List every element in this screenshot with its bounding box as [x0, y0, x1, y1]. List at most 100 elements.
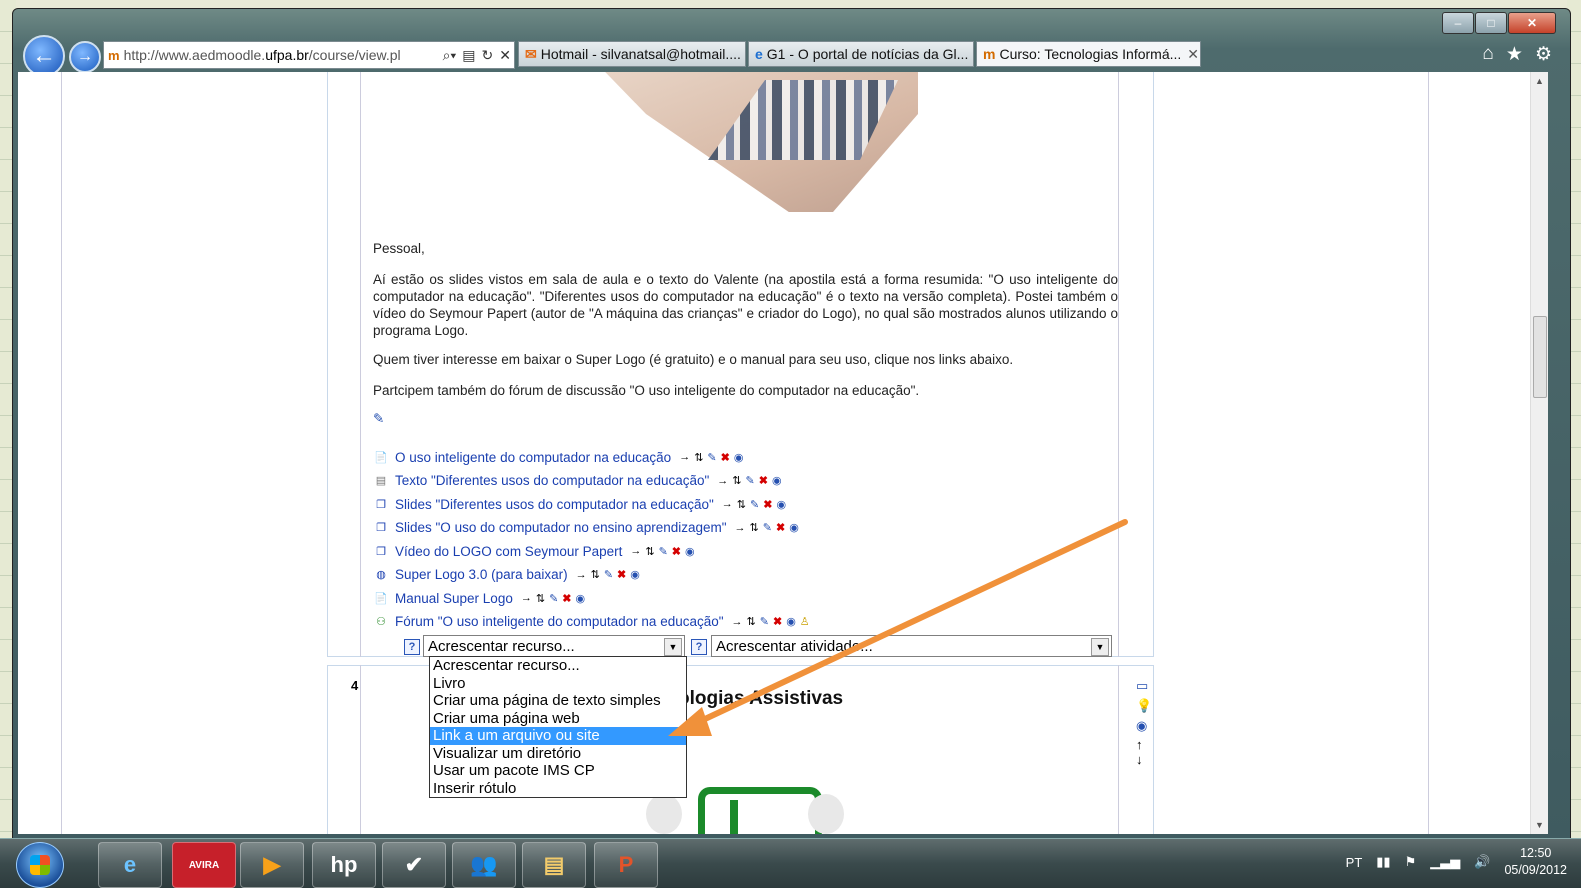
scroll-down-icon[interactable]: ▼ — [1535, 820, 1544, 830]
address-url[interactable]: http://www.aedmoodle.ufpa.br/course/view… — [124, 47, 440, 63]
delete-icon[interactable]: ✖ — [776, 521, 785, 534]
favorites-star-icon[interactable]: ★ — [1506, 43, 1523, 66]
delete-icon[interactable]: ✖ — [773, 615, 782, 628]
taskbar-avira-button[interactable]: AVIRA — [172, 842, 236, 888]
delete-icon[interactable]: ✖ — [759, 474, 768, 487]
home-icon[interactable]: ⌂ — [1482, 43, 1493, 66]
start-button[interactable] — [16, 842, 64, 888]
minimize-button[interactable]: – — [1442, 12, 1474, 34]
clock[interactable]: 12:50 05/09/2012 — [1504, 845, 1567, 879]
move-right-icon[interactable]: → — [722, 498, 733, 510]
taskbar-folder-button[interactable]: ▤ — [522, 842, 586, 888]
tab-hotmail[interactable]: ✉ Hotmail - silvanatsal@hotmail.... — [518, 41, 746, 67]
move-right-icon[interactable]: → — [717, 475, 728, 487]
taskbar-powerpoint-button[interactable]: P — [594, 842, 658, 888]
dropdown-option[interactable]: Link a um arquivo ou site — [430, 727, 686, 745]
move-right-icon[interactable]: → — [576, 569, 587, 581]
scrollbar-thumb[interactable] — [1533, 316, 1547, 398]
resource-link[interactable]: Slides "O uso do computador no ensino ap… — [395, 520, 727, 535]
visibility-eye-icon[interactable]: ◉ — [734, 451, 744, 464]
help-activity-icon[interactable]: ? — [691, 639, 707, 655]
taskbar-media-button[interactable]: ▶ — [240, 842, 304, 888]
edit-icon[interactable]: ✎ — [750, 498, 759, 511]
close-window-button[interactable]: ✕ — [1508, 12, 1556, 34]
resource-link[interactable]: Super Logo 3.0 (para baixar) — [395, 567, 568, 582]
taskbar-check-button[interactable]: ✔ — [382, 842, 446, 888]
resource-link[interactable]: Slides "Diferentes usos do computador na… — [395, 497, 714, 512]
add-resource-select[interactable]: Acrescentar recurso... ▼ — [423, 635, 685, 657]
lightbulb-icon[interactable]: 💡 — [1136, 698, 1152, 714]
visibility-eye-icon[interactable]: ◉ — [786, 615, 796, 628]
visibility-eye-icon[interactable]: ◉ — [789, 521, 799, 534]
move-right-icon[interactable]: → — [732, 616, 743, 628]
resource-link[interactable]: Texto "Diferentes usos do computador na … — [395, 473, 709, 488]
signal-icon[interactable]: ▁▃▅ — [1430, 854, 1460, 870]
taskbar-ie-button[interactable]: e — [98, 842, 162, 888]
visibility-eye-icon[interactable]: ◉ — [630, 568, 640, 581]
resource-link[interactable]: O uso inteligente do computador na educa… — [395, 450, 671, 465]
move-icon[interactable]: ⇅ — [747, 615, 756, 628]
vertical-scrollbar[interactable]: ▲ ▼ — [1530, 72, 1548, 834]
visibility-eye-icon[interactable]: ◉ — [685, 545, 695, 558]
move-icon[interactable]: ⇅ — [645, 545, 654, 558]
move-icon[interactable]: ⇅ — [737, 498, 746, 511]
dropdown-option[interactable]: Livro — [430, 675, 686, 693]
move-down-icon[interactable]: ↓ — [1136, 752, 1143, 767]
delete-icon[interactable]: ✖ — [562, 592, 571, 605]
edit-icon[interactable]: ✎ — [659, 545, 668, 558]
forward-button[interactable]: → — [69, 41, 101, 73]
flag-icon[interactable]: ⚑ — [1405, 854, 1417, 870]
move-icon[interactable]: ⇅ — [694, 451, 703, 464]
maximize-button[interactable]: □ — [1475, 12, 1507, 34]
edit-icon[interactable]: ✎ — [746, 474, 755, 487]
delete-icon[interactable]: ✖ — [617, 568, 626, 581]
delete-icon[interactable]: ✖ — [721, 451, 730, 464]
close-tab-icon[interactable]: ✕ — [1187, 46, 1199, 63]
move-icon[interactable]: ⇅ — [732, 474, 741, 487]
chevron-down-icon[interactable]: ▼ — [664, 638, 682, 656]
address-bar[interactable]: m http://www.aedmoodle.ufpa.br/course/vi… — [103, 41, 515, 69]
move-right-icon[interactable]: → — [679, 451, 690, 463]
delete-icon[interactable]: ✖ — [763, 498, 772, 511]
chevron-down-icon[interactable]: ▼ — [1091, 638, 1109, 656]
visibility-eye-icon[interactable]: ◉ — [776, 498, 786, 511]
edit-icon[interactable]: ✎ — [763, 521, 772, 534]
dropdown-option[interactable]: Usar um pacote IMS CP — [430, 762, 686, 780]
resource-link[interactable]: Manual Super Logo — [395, 591, 513, 606]
edit-icon[interactable]: ✎ — [604, 568, 613, 581]
dropdown-option[interactable]: Inserir rótulo — [430, 780, 686, 798]
tab-curso[interactable]: m Curso: Tecnologias Informá... ✕ — [976, 41, 1201, 67]
resource-link[interactable]: Vídeo do LOGO com Seymour Papert — [395, 544, 622, 559]
edit-summary-icon[interactable]: ✎ — [373, 410, 1118, 427]
move-icon[interactable]: ⇅ — [750, 521, 759, 534]
visibility-eye-icon[interactable]: ◉ — [576, 592, 586, 605]
help-resource-icon[interactable]: ? — [404, 639, 420, 655]
move-right-icon[interactable]: → — [521, 592, 532, 604]
move-right-icon[interactable]: → — [735, 522, 746, 534]
dropdown-option[interactable]: Criar uma página de texto simples — [430, 692, 686, 710]
resource-link[interactable]: Fórum "O uso inteligente do computador n… — [395, 614, 724, 629]
taskbar-hp-button[interactable]: hp — [312, 842, 376, 888]
eye-icon[interactable]: ◉ — [1136, 718, 1147, 734]
volume-icon[interactable]: 🔊 — [1474, 854, 1490, 870]
refresh-icon[interactable]: ↻ — [479, 47, 497, 64]
language-indicator[interactable]: PT — [1346, 855, 1363, 870]
tab-g1[interactable]: e G1 - O portal de notícias da Gl... — [748, 41, 974, 67]
edit-icon[interactable]: ✎ — [760, 615, 769, 628]
move-icon[interactable]: ⇅ — [591, 568, 600, 581]
move-right-icon[interactable]: → — [630, 545, 641, 557]
edit-icon[interactable]: ✎ — [707, 451, 716, 464]
dropdown-option[interactable]: Visualizar um diretório — [430, 745, 686, 763]
compat-view-icon[interactable]: ▤ — [459, 47, 478, 64]
group-mode-icon[interactable]: ♙ — [800, 615, 810, 628]
tools-gear-icon[interactable]: ⚙ — [1535, 43, 1552, 66]
add-resource-dropdown-list[interactable]: Acrescentar recurso... Livro Criar uma pág… — [429, 656, 687, 798]
move-icon[interactable]: ⇅ — [536, 592, 545, 605]
stop-icon[interactable]: ✕ — [496, 47, 514, 64]
dropdown-option[interactable]: Acrescentar recurso... — [430, 657, 686, 675]
delete-icon[interactable]: ✖ — [672, 545, 681, 558]
search-icon[interactable]: ⌕▾ — [440, 47, 460, 64]
network-icon[interactable]: ▮▮ — [1376, 854, 1390, 870]
highlight-section-icon[interactable]: ▭ — [1136, 678, 1148, 694]
edit-icon[interactable]: ✎ — [549, 592, 558, 605]
